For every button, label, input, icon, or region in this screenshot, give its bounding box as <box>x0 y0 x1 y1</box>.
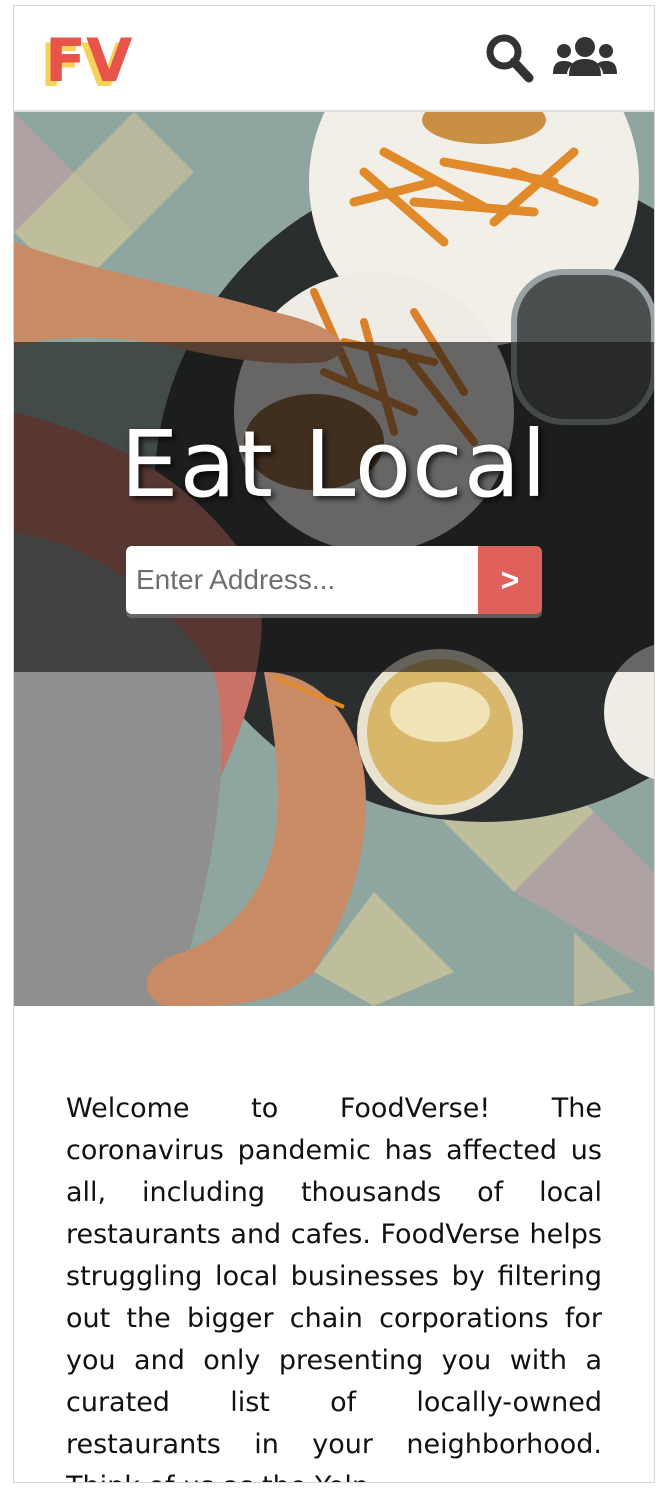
address-input[interactable] <box>126 546 478 614</box>
search-button[interactable] <box>484 32 536 84</box>
hero-section: Eat Local > <box>14 112 654 1006</box>
intro-text: Welcome to FoodVerse! The coronavirus pa… <box>66 1093 602 1482</box>
users-button[interactable] <box>552 32 618 84</box>
logo[interactable]: FV FV <box>36 24 136 88</box>
submit-address-button[interactable]: > <box>478 546 542 614</box>
search-icon <box>486 34 534 83</box>
page-frame: FV FV Eat Local Enter Address... > Welco… <box>13 5 655 1483</box>
site-header: FV FV <box>14 6 654 112</box>
svg-text:FV: FV <box>45 26 133 88</box>
address-form: > <box>126 546 542 614</box>
hero-title: Eat Local <box>120 411 548 518</box>
logo-mark: FV FV <box>40 26 133 88</box>
users-icon <box>553 37 617 76</box>
